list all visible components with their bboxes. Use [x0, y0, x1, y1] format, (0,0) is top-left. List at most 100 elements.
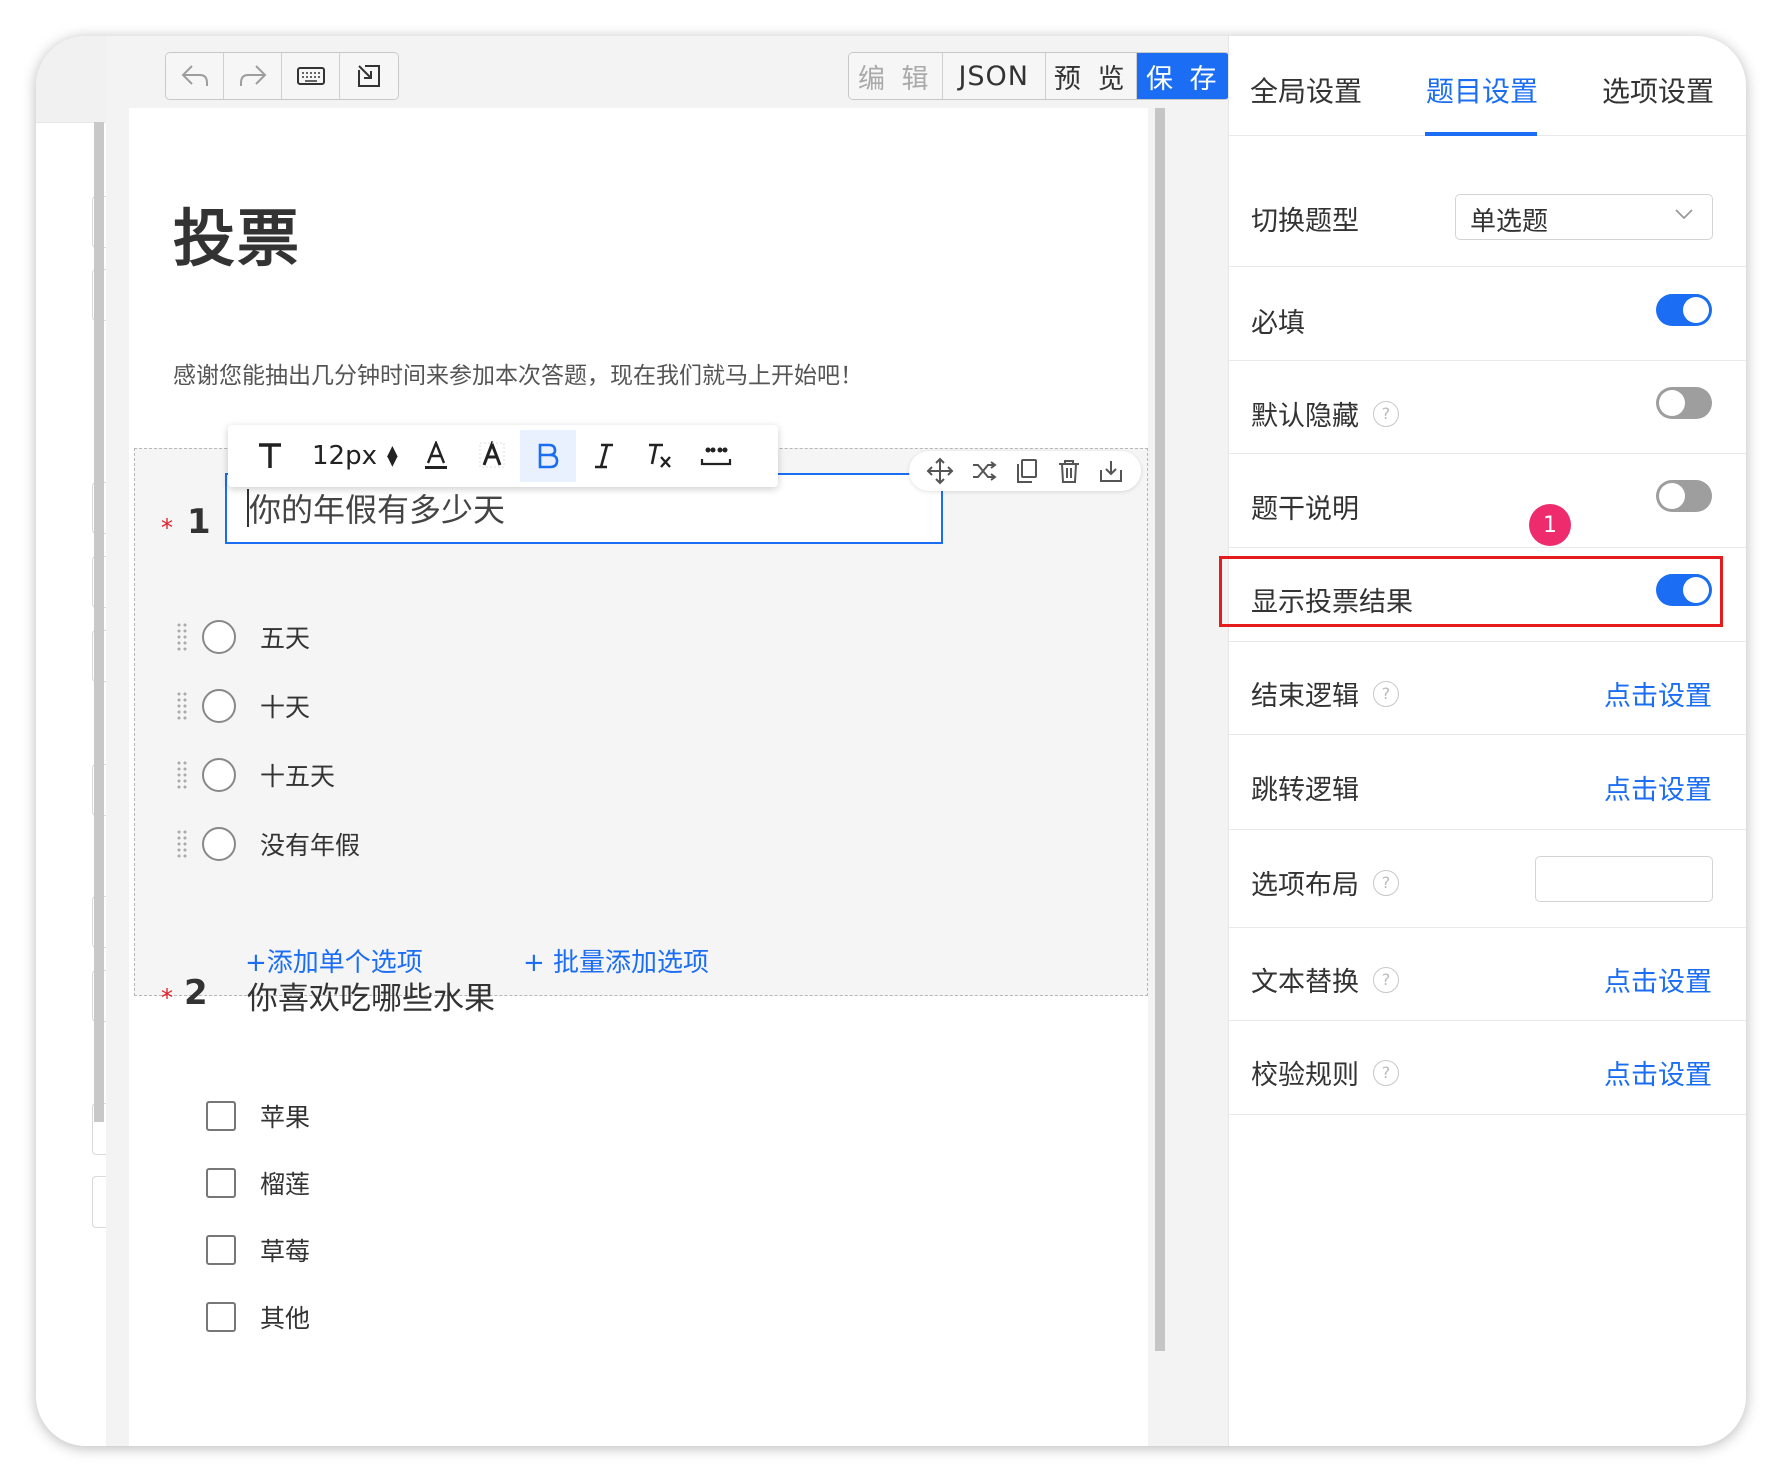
survey-description[interactable]: 感谢您能抽出几分钟时间来参加本次答题，现在我们就马上开始吧！ — [173, 356, 863, 390]
option-row[interactable]: 五天 — [176, 617, 310, 657]
help-icon[interactable]: ? — [1373, 400, 1399, 427]
json-mode-button[interactable]: JSON — [942, 53, 1046, 99]
text-replace-set-link[interactable]: 点击设置 — [1604, 960, 1712, 999]
toggle-knob — [1683, 297, 1709, 323]
blank-fill-icon — [700, 447, 732, 466]
jump-logic-set-link[interactable]: 点击设置 — [1604, 768, 1712, 807]
option-layout-input[interactable] — [1535, 856, 1713, 902]
option-row[interactable]: 榴莲 — [206, 1163, 310, 1203]
option-layout-row: 选项布局? — [1229, 830, 1746, 928]
option-layout-text: 选项布局 — [1251, 870, 1359, 901]
checkbox[interactable] — [206, 1235, 236, 1265]
italic-button[interactable] — [576, 430, 632, 482]
edit-mode-button[interactable]: 编 辑 — [849, 53, 943, 99]
required-mark: * — [161, 514, 173, 542]
radio-button[interactable] — [202, 827, 236, 861]
question-type-select[interactable]: 单选题 — [1455, 194, 1713, 240]
tab-option-settings[interactable]: 选项设置 — [1602, 70, 1714, 110]
redo-icon — [239, 65, 266, 86]
font-size-value: 12px — [312, 441, 377, 471]
redo-button[interactable] — [224, 53, 282, 99]
required-toggle[interactable] — [1656, 294, 1712, 326]
switch-type-row: 切换题型 单选题 — [1229, 136, 1746, 267]
blank-fill-button[interactable] — [688, 430, 744, 482]
keyboard-button[interactable] — [282, 53, 340, 99]
drag-handle-icon[interactable] — [176, 691, 188, 721]
radio-button[interactable] — [202, 620, 236, 654]
tab-question-settings[interactable]: 题目设置 — [1426, 70, 1538, 110]
question-type-value: 单选题 — [1470, 207, 1549, 237]
text-style-button[interactable] — [242, 430, 298, 482]
required-label: 必填 — [1251, 308, 1305, 339]
end-logic-label: 结束逻辑? — [1251, 674, 1399, 713]
preview-button[interactable]: 预 览 — [1045, 53, 1138, 99]
end-logic-set-link[interactable]: 点击设置 — [1604, 674, 1712, 713]
help-icon[interactable]: ? — [1373, 680, 1399, 707]
drag-handle-icon[interactable] — [176, 829, 188, 859]
highlight-box — [1219, 556, 1723, 627]
option-row[interactable]: 其他 — [206, 1297, 310, 1337]
chevron-down-icon — [1675, 209, 1693, 220]
option-row[interactable]: 没有年假 — [176, 824, 360, 864]
question-action-bar — [909, 451, 1141, 491]
jump-logic-row: 跳转逻辑 点击设置 — [1229, 735, 1746, 830]
sidebar-item[interactable] — [92, 1176, 106, 1228]
option-row[interactable]: 草莓 — [206, 1230, 310, 1270]
option-label[interactable]: 十天 — [260, 688, 310, 724]
help-icon[interactable]: ? — [1373, 966, 1399, 993]
history-toolbar — [165, 52, 399, 100]
undo-button[interactable] — [166, 53, 224, 99]
stem-description-row: 题干说明 — [1229, 454, 1746, 548]
option-label[interactable]: 没有年假 — [260, 826, 360, 862]
export-icon — [358, 65, 380, 87]
left-scrollbar[interactable] — [94, 122, 104, 1122]
help-icon[interactable]: ? — [1373, 1059, 1399, 1086]
help-icon[interactable]: ? — [1373, 869, 1399, 896]
default-hidden-label: 默认隐藏? — [1251, 394, 1399, 433]
move-icon[interactable] — [926, 457, 954, 485]
batch-add-options-link[interactable]: + 批量添加选项 — [523, 942, 709, 979]
checkbox[interactable] — [206, 1101, 236, 1131]
shuffle-icon[interactable] — [971, 459, 998, 483]
trash-icon[interactable] — [1057, 458, 1081, 484]
stem-description-toggle[interactable] — [1656, 480, 1712, 512]
font-size-select[interactable]: 12px ▲ ▼ — [298, 430, 408, 482]
default-hidden-row: 默认隐藏? — [1229, 361, 1746, 454]
copy-icon[interactable] — [1015, 458, 1039, 484]
question-title[interactable]: 你喜欢吃哪些水果 — [247, 973, 495, 1018]
drag-handle-icon[interactable] — [176, 622, 188, 652]
option-label[interactable]: 草莓 — [260, 1232, 310, 1268]
font-color-button[interactable] — [408, 430, 464, 482]
save-to-bank-icon[interactable] — [1098, 458, 1124, 484]
default-hidden-toggle[interactable] — [1656, 387, 1712, 419]
settings-tabs: 全局设置 题目设置 选项设置 — [1229, 36, 1746, 136]
bold-button[interactable] — [520, 430, 576, 482]
radio-button[interactable] — [202, 758, 236, 792]
option-row[interactable]: 十五天 — [176, 755, 335, 795]
end-logic-row: 结束逻辑? 点击设置 — [1229, 642, 1746, 735]
checkbox[interactable] — [206, 1302, 236, 1332]
validation-rule-set-link[interactable]: 点击设置 — [1604, 1053, 1712, 1092]
option-label[interactable]: 其他 — [260, 1299, 310, 1335]
text-replace-text: 文本替换 — [1251, 967, 1359, 998]
option-label[interactable]: 十五天 — [260, 757, 335, 793]
drag-handle-icon[interactable] — [176, 760, 188, 790]
clear-format-button[interactable] — [632, 430, 688, 482]
keyboard-icon — [296, 67, 325, 85]
radio-button[interactable] — [202, 689, 236, 723]
option-label[interactable]: 榴莲 — [260, 1165, 310, 1201]
checkbox[interactable] — [206, 1168, 236, 1198]
option-label[interactable]: 五天 — [260, 619, 310, 655]
highlight-button[interactable] — [464, 430, 520, 482]
option-row[interactable]: 苹果 — [206, 1096, 310, 1136]
export-button[interactable] — [340, 53, 398, 99]
question-title-text: 你的年假有多少天 — [249, 491, 506, 529]
option-row[interactable]: 十天 — [176, 686, 310, 726]
option-label[interactable]: 苹果 — [260, 1098, 310, 1134]
tab-global-settings[interactable]: 全局设置 — [1250, 70, 1362, 110]
required-row: 必填 — [1229, 267, 1746, 361]
save-button[interactable]: 保 存 — [1137, 53, 1229, 99]
italic-icon — [595, 443, 613, 469]
survey-title[interactable]: 投票 — [173, 188, 301, 278]
canvas-scrollbar[interactable] — [1155, 108, 1165, 1351]
